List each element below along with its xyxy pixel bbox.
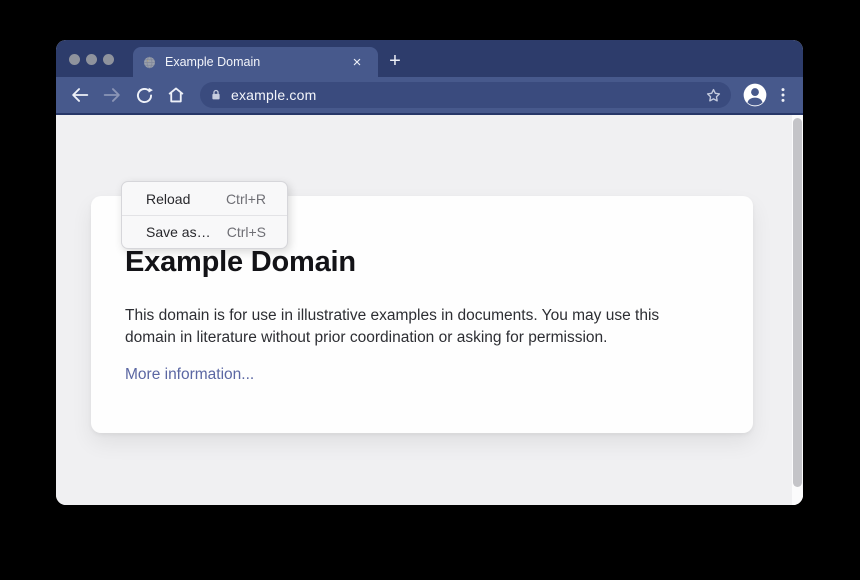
home-button[interactable]: [162, 81, 190, 109]
home-icon: [165, 84, 187, 106]
menu-item-shortcut: Ctrl+S: [227, 224, 266, 240]
page-title: Example Domain: [125, 246, 713, 279]
browser-tab[interactable]: Example Domain ×: [133, 47, 378, 77]
menu-item-label: Reload: [146, 191, 190, 207]
context-menu-item-save-as[interactable]: Save as… Ctrl+S: [122, 215, 287, 248]
tab-close-icon[interactable]: ×: [348, 53, 366, 71]
new-tab-button[interactable]: +: [383, 49, 407, 73]
browser-window: Example Domain × +: [56, 40, 803, 505]
window-maximize-button[interactable]: [103, 54, 114, 65]
menu-item-shortcut: Ctrl+R: [226, 191, 266, 207]
lock-icon: [209, 88, 223, 102]
reload-button[interactable]: [130, 81, 158, 109]
back-arrow-icon: [69, 84, 91, 106]
address-bar[interactable]: example.com: [200, 82, 731, 108]
browser-toolbar: example.com: [56, 77, 803, 115]
page-paragraph: This domain is for use in illustrative e…: [125, 305, 710, 349]
back-button[interactable]: [66, 81, 94, 109]
url-text: example.com: [231, 87, 316, 103]
profile-avatar-button[interactable]: [741, 81, 769, 109]
window-controls: [69, 54, 114, 65]
scrollbar-track[interactable]: [792, 115, 803, 505]
context-menu-item-reload[interactable]: Reload Ctrl+R: [122, 182, 287, 215]
forward-button[interactable]: [98, 81, 126, 109]
star-icon: [704, 86, 723, 105]
screenshot-stage: Example Domain × +: [0, 0, 860, 580]
reload-icon: [134, 85, 155, 106]
tab-title: Example Domain: [165, 55, 348, 69]
kebab-menu-icon: [773, 85, 793, 105]
window-close-button[interactable]: [69, 54, 80, 65]
favicon-globe-icon: [143, 56, 156, 69]
scrollbar-thumb[interactable]: [793, 118, 802, 487]
forward-arrow-icon: [101, 84, 123, 106]
avatar-icon: [742, 82, 768, 108]
menu-item-label: Save as…: [146, 224, 211, 240]
window-minimize-button[interactable]: [86, 54, 97, 65]
bookmark-star-button[interactable]: [704, 86, 723, 105]
tab-strip: Example Domain × +: [56, 40, 803, 77]
page-viewport: Example Domain This domain is for use in…: [56, 115, 803, 505]
context-menu: Reload Ctrl+R Save as… Ctrl+S: [121, 181, 288, 249]
browser-menu-button[interactable]: [773, 81, 793, 109]
more-information-link[interactable]: More information...: [125, 366, 254, 384]
